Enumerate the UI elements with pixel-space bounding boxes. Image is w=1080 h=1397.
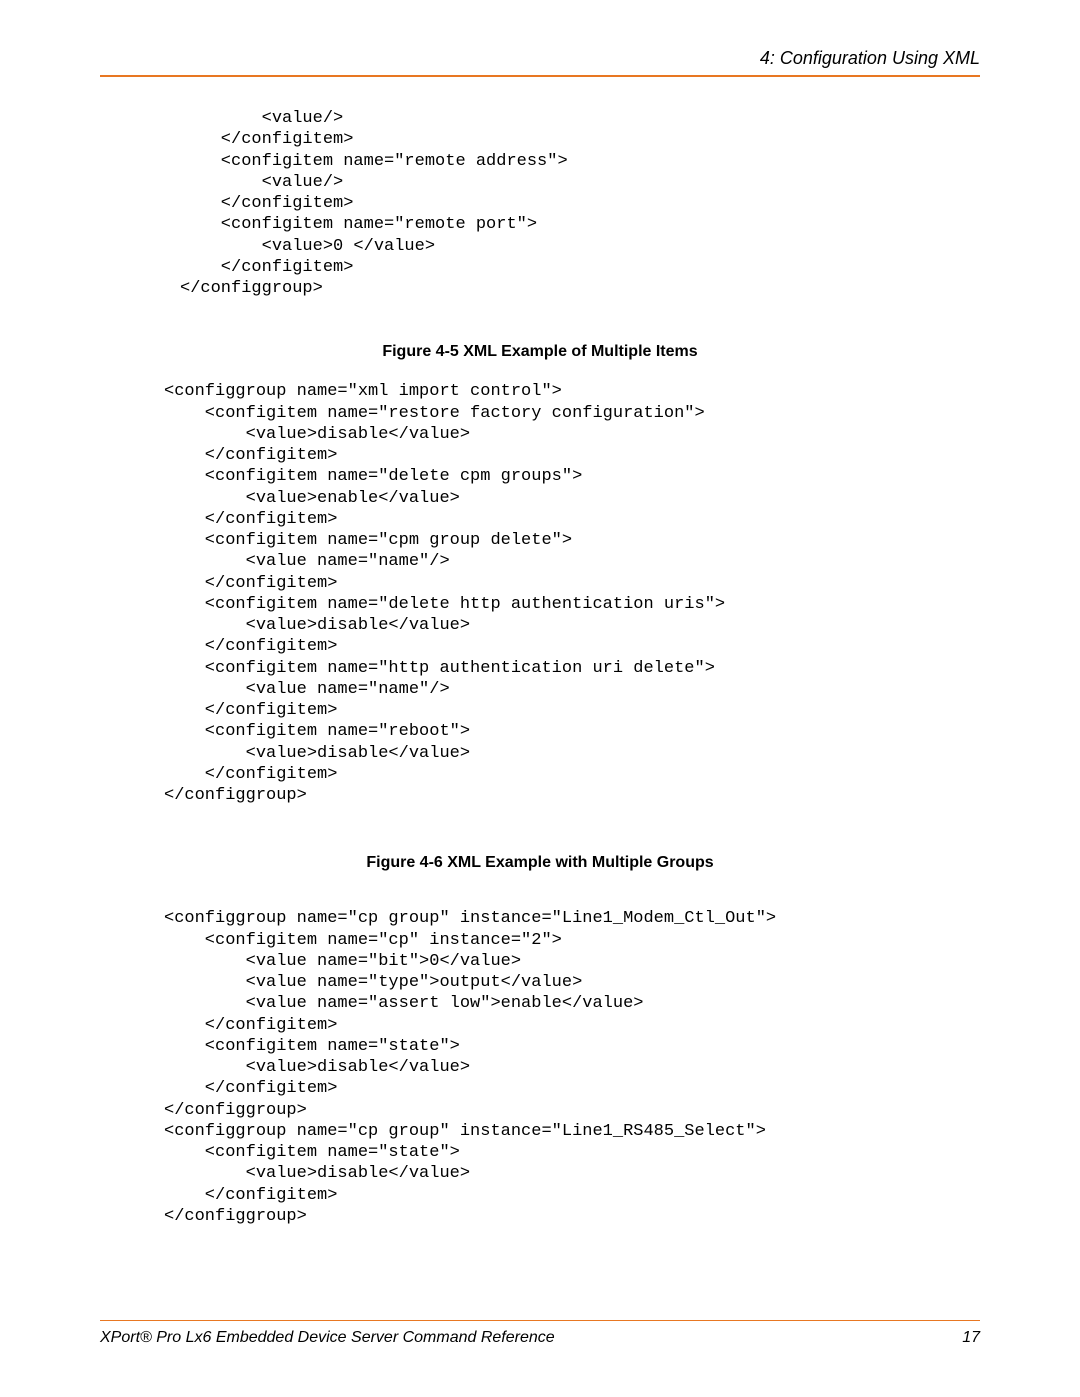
figure-caption-1: Figure 4-5 XML Example of Multiple Items — [100, 343, 980, 361]
page-footer: XPort® Pro Lx6 Embedded Device Server Co… — [100, 1320, 980, 1348]
footer-divider — [100, 1320, 980, 1322]
page-content: <value/> </configitem> <configitem name=… — [100, 108, 980, 1271]
page-header: 4: Configuration Using XML — [100, 48, 980, 77]
footer-title: XPort® Pro Lx6 Embedded Device Server Co… — [100, 1329, 555, 1347]
chapter-title: 4: Configuration Using XML — [100, 48, 980, 75]
header-divider — [100, 75, 980, 77]
figure-caption-2: Figure 4-6 XML Example with Multiple Gro… — [100, 854, 980, 872]
page-number: 17 — [962, 1329, 980, 1347]
code-block-3: <configgroup name="cp group" instance="L… — [164, 908, 980, 1227]
code-block-1: <value/> </configitem> <configitem name=… — [180, 108, 980, 299]
code-block-2: <configgroup name="xml import control"> … — [164, 381, 980, 806]
footer-row: XPort® Pro Lx6 Embedded Device Server Co… — [100, 1329, 980, 1347]
